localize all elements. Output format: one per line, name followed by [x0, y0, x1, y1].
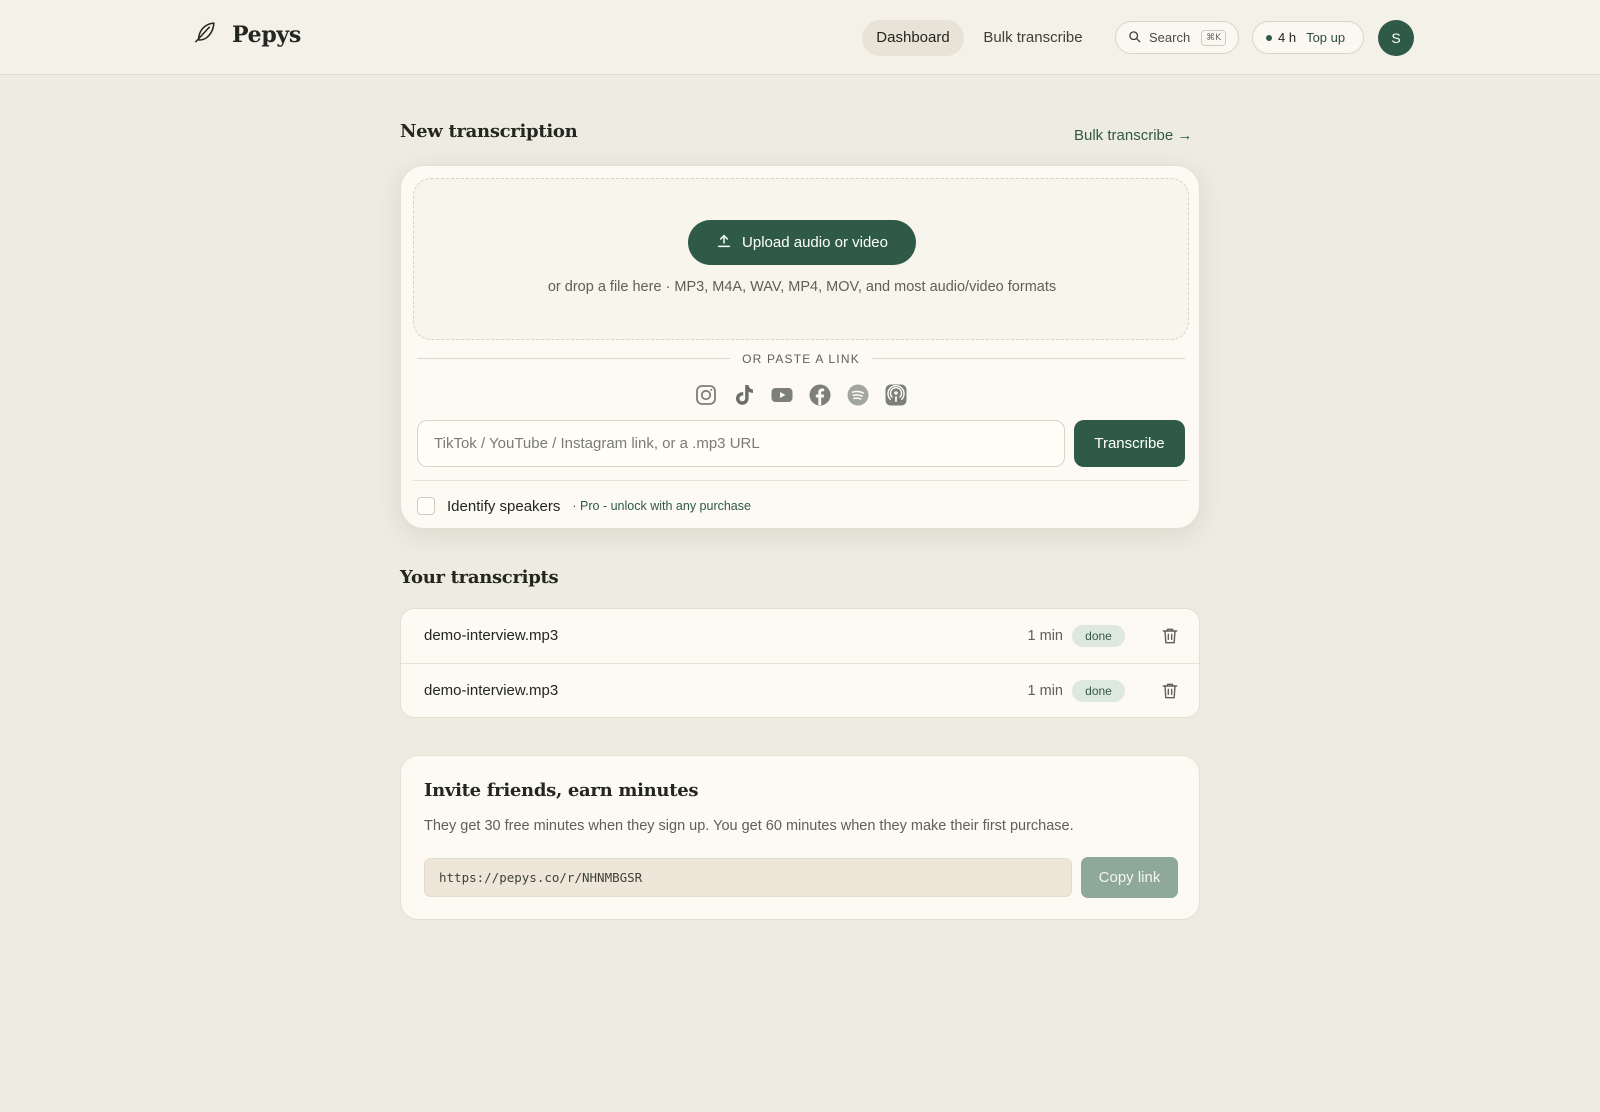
credit-status-dot [1266, 34, 1272, 41]
upload-icon [716, 233, 732, 253]
nav-dashboard[interactable]: Dashboard [862, 20, 964, 56]
transcribe-button[interactable]: Transcribe [1074, 420, 1185, 467]
card-separator [413, 480, 1189, 481]
transcripts-list: demo-interview.mp3 1 min done demo-inter… [400, 608, 1200, 718]
new-transcription-title: New transcription [400, 121, 578, 142]
transcript-name[interactable]: demo-interview.mp3 [424, 682, 558, 699]
file-dropzone[interactable]: Upload audio or video or drop a file her… [413, 178, 1189, 340]
trash-icon[interactable] [1160, 626, 1180, 646]
platform-icons [401, 383, 1201, 412]
identify-speakers-checkbox[interactable] [417, 497, 435, 515]
logo[interactable]: Pepys [192, 19, 301, 50]
trash-icon[interactable] [1160, 681, 1180, 701]
search-icon [1128, 30, 1141, 46]
invite-title: Invite friends, earn minutes [424, 780, 699, 801]
status-badge: done [1072, 625, 1125, 647]
credit-balance: 4 h [1278, 30, 1297, 45]
invite-card: Invite friends, earn minutes They get 30… [400, 755, 1200, 920]
instagram-icon [694, 383, 718, 412]
search-button[interactable]: Search ⌘K [1115, 21, 1239, 54]
youtube-icon [770, 383, 794, 412]
top-up-label: Top up [1306, 30, 1346, 45]
search-label: Search [1149, 30, 1191, 45]
credits-button[interactable]: 4 h Top up [1252, 21, 1364, 54]
facebook-icon [808, 383, 832, 412]
transcript-name[interactable]: demo-interview.mp3 [424, 627, 558, 644]
bulk-transcribe-link[interactable]: Bulk transcribe → [1074, 127, 1192, 144]
nav-bulk-transcribe[interactable]: Bulk transcribe [968, 20, 1098, 56]
upload-button-label: Upload audio or video [742, 234, 888, 251]
identify-speakers-label[interactable]: Identify speakers [447, 498, 560, 515]
search-shortcut: ⌘K [1201, 29, 1226, 46]
feather-icon [192, 19, 218, 50]
podcasts-icon [884, 383, 908, 412]
referral-link-field[interactable]: https://pepys.co/r/NHNMBGSR [424, 858, 1072, 897]
status-badge: done [1072, 680, 1125, 702]
spotify-icon [846, 383, 870, 412]
paste-link-divider: OR PASTE A LINK [417, 352, 1185, 366]
copy-link-button[interactable]: Copy link [1081, 857, 1178, 898]
tiktok-icon [732, 383, 756, 412]
table-row[interactable]: demo-interview.mp3 1 min done [401, 609, 1199, 663]
upload-card: Upload audio or video or drop a file her… [400, 165, 1200, 529]
top-bar: Pepys Dashboard Bulk transcribe Search ⌘… [0, 0, 1600, 75]
transcript-duration: 1 min [1027, 683, 1063, 699]
avatar[interactable]: S [1378, 20, 1414, 56]
table-row[interactable]: demo-interview.mp3 1 min done [401, 663, 1199, 717]
app-name: Pepys [232, 21, 302, 48]
identify-speakers-row: Identify speakers · Pro - unlock with an… [417, 497, 751, 515]
drop-hint: or drop a file here · MP3, M4A, WAV, MP4… [547, 279, 1057, 295]
transcripts-title: Your transcripts [400, 567, 559, 588]
pro-unlock-note: · Pro - unlock with any purchase [572, 499, 751, 513]
divider-label: OR PASTE A LINK [730, 352, 872, 366]
upload-button[interactable]: Upload audio or video [688, 220, 916, 265]
invite-description: They get 30 free minutes when they sign … [424, 818, 1074, 834]
transcript-duration: 1 min [1027, 628, 1063, 644]
link-input[interactable] [417, 420, 1065, 467]
